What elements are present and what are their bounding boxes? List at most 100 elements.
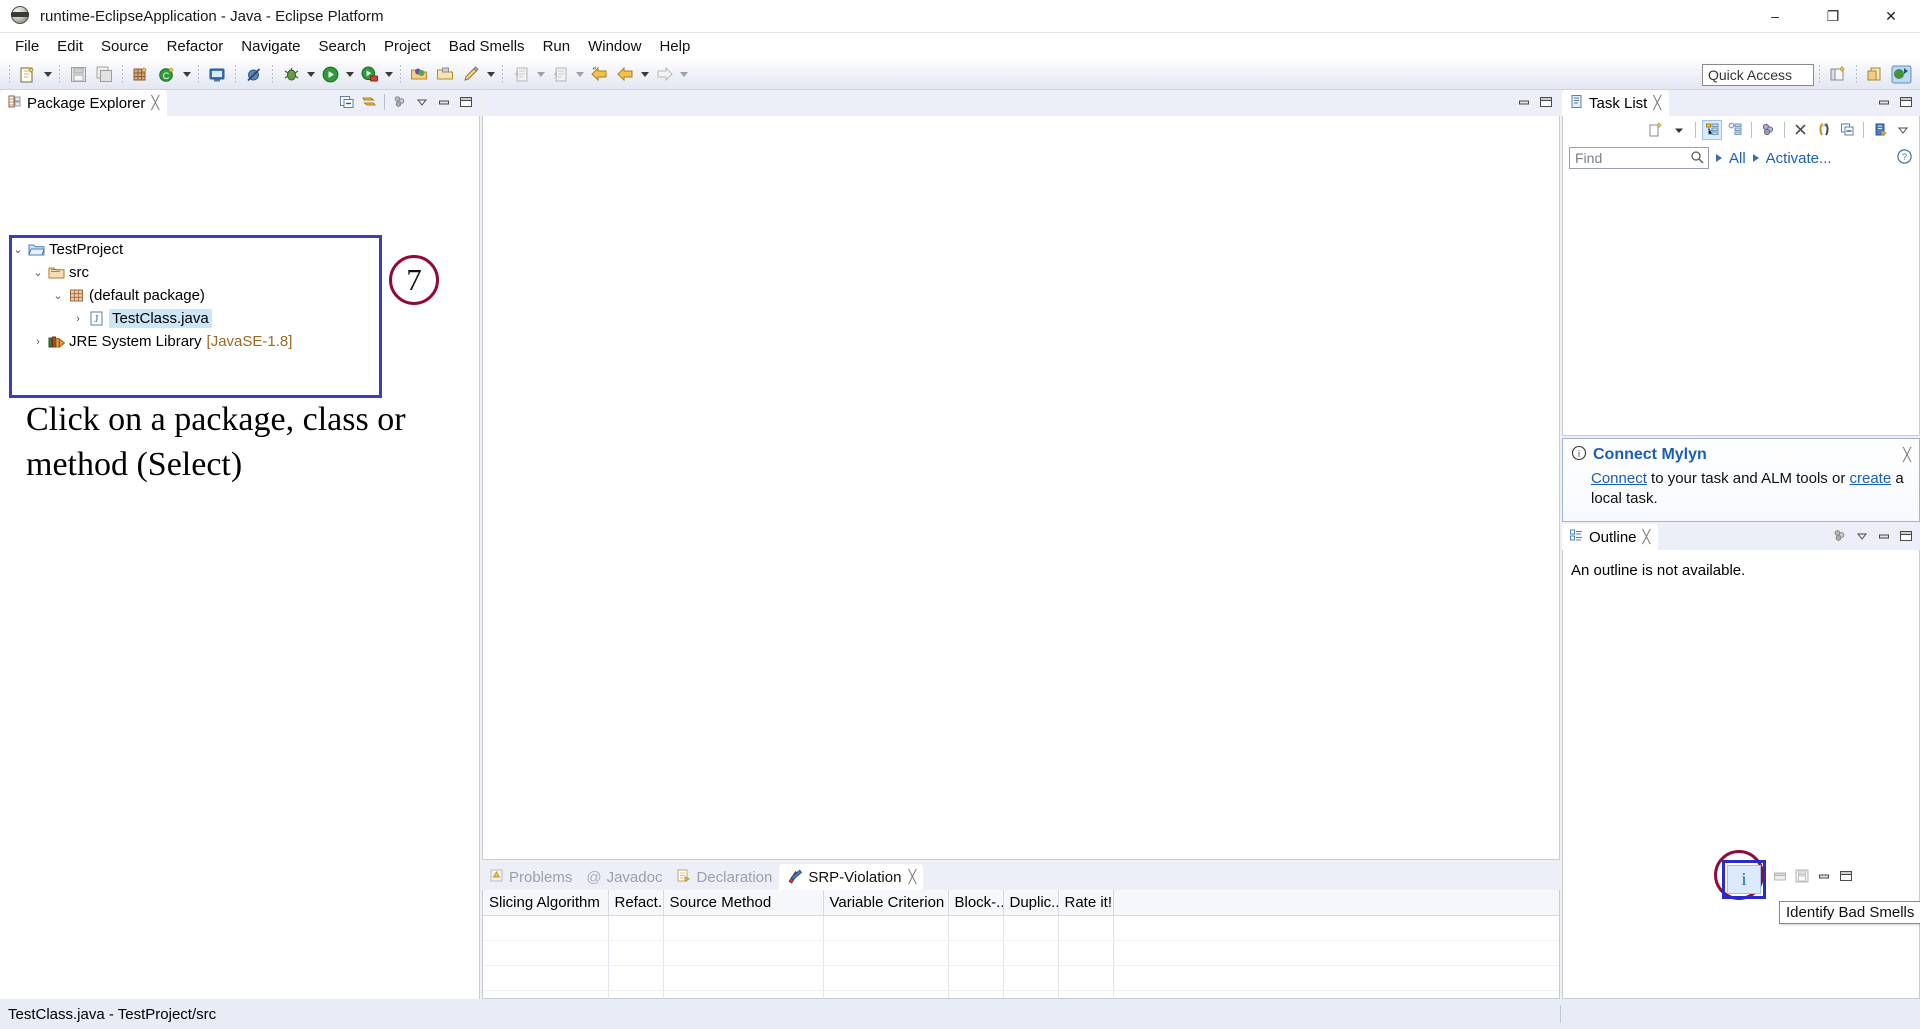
menu-file[interactable]: File (6, 35, 48, 58)
help-icon[interactable]: ? (1896, 148, 1913, 169)
chevron-down-icon[interactable]: ⌄ (50, 289, 66, 302)
maximize-icon[interactable] (1896, 92, 1916, 112)
column-header-duplicated[interactable]: Duplic... (1003, 890, 1059, 916)
close-icon[interactable]: ╳ (1653, 95, 1661, 111)
tree-row-testproject[interactable]: ⌄ TestProject (10, 238, 380, 261)
table-row[interactable] (483, 915, 1559, 941)
editor-canvas[interactable] (482, 116, 1560, 860)
quick-access-input[interactable]: Quick Access (1702, 63, 1814, 86)
close-button[interactable]: ✕ (1862, 0, 1920, 33)
open-perspective-icon[interactable] (1826, 63, 1850, 87)
maximize-icon[interactable] (456, 92, 476, 112)
mylyn-connect-link[interactable]: Connect (1591, 470, 1647, 487)
export-icon[interactable] (1770, 866, 1790, 886)
view-menu-chevron-down-icon[interactable] (1852, 526, 1872, 546)
activate-arrow-icon[interactable] (1752, 154, 1759, 162)
scheduled-presentation-icon[interactable] (1725, 120, 1745, 140)
chevron-down-icon[interactable]: ⌄ (10, 243, 26, 256)
close-icon[interactable]: ╳ (151, 95, 159, 111)
back-icon[interactable] (613, 63, 637, 87)
coverage-icon[interactable] (357, 63, 381, 87)
search-input[interactable]: Find (1569, 147, 1709, 169)
close-icon[interactable]: ╳ (1903, 447, 1911, 463)
open-type-icon[interactable] (407, 63, 431, 87)
menu-project[interactable]: Project (375, 35, 440, 58)
maximize-icon[interactable] (1836, 866, 1856, 886)
menu-source[interactable]: Source (92, 35, 158, 58)
forward-dropdown-arrow[interactable] (677, 63, 690, 87)
new-task-icon[interactable] (1646, 120, 1666, 140)
restore-tasks-icon[interactable] (1870, 120, 1890, 140)
close-icon[interactable]: ╳ (1643, 529, 1651, 545)
save-all-icon[interactable] (92, 63, 116, 87)
previous-annotation-icon[interactable] (509, 63, 533, 87)
tree-row-testclass-java[interactable]: › J TestClass.java (10, 307, 380, 330)
view-menu-chevron-down-icon[interactable] (412, 92, 432, 112)
minimize-icon[interactable] (1874, 92, 1894, 112)
categorized-presentation-icon[interactable] (1702, 119, 1722, 140)
view-menu-chevron-down-icon[interactable] (1893, 120, 1913, 140)
run-icon[interactable] (318, 63, 342, 87)
maximize-button[interactable]: ❐ (1804, 0, 1862, 33)
focus-on-workweek-icon[interactable] (1758, 120, 1778, 140)
menu-navigate[interactable]: Navigate (232, 35, 309, 58)
collapse-all-icon[interactable] (337, 92, 357, 112)
tab-package-explorer[interactable]: Package Explorer ╳ (0, 90, 168, 116)
minimize-icon[interactable] (1514, 92, 1534, 112)
activate-link[interactable]: Activate... (1766, 150, 1832, 167)
next-annotation-dropdown-arrow[interactable] (573, 63, 586, 87)
annotation-icon[interactable] (459, 63, 483, 87)
view-menu-icon[interactable] (390, 92, 410, 112)
filter-all-link[interactable]: All (1729, 150, 1746, 167)
synchronize-changed-icon[interactable] (1814, 120, 1834, 140)
open-task-icon[interactable] (433, 63, 457, 87)
tab-task-list[interactable]: Task List ╳ (1562, 90, 1670, 116)
collapse-all-icon[interactable] (1837, 120, 1857, 140)
column-header-variable-criterion[interactable]: Variable Criterion (823, 890, 949, 916)
minimize-icon[interactable] (1814, 866, 1834, 886)
new-java-package-icon[interactable] (129, 63, 153, 87)
chevron-right-icon[interactable]: › (30, 336, 46, 348)
save-icon[interactable] (1792, 866, 1812, 886)
identify-bad-smells-button[interactable]: i (1727, 865, 1761, 894)
menu-bad-smells[interactable]: Bad Smells (440, 35, 534, 58)
debug-dropdown-arrow[interactable] (304, 63, 317, 87)
last-edit-location-icon[interactable] (587, 63, 611, 87)
coverage-dropdown-arrow[interactable] (382, 63, 395, 87)
skip-breakpoints-icon[interactable] (242, 63, 266, 87)
close-icon[interactable]: ╳ (908, 869, 916, 885)
tree-row-default-package[interactable]: ⌄ (default package) (10, 284, 380, 307)
debug-icon[interactable] (279, 63, 303, 87)
tab-srp-violation[interactable]: SRP-Violation ╳ (779, 864, 924, 890)
filter-all-arrow-icon[interactable] (1716, 154, 1722, 162)
maximize-icon[interactable] (1896, 526, 1916, 546)
new-java-class-icon[interactable]: C (155, 63, 179, 87)
srp-violation-table-container[interactable]: Slicing Algorithm Refact... Source Metho… (482, 890, 1560, 999)
new-task-dropdown-arrow[interactable] (1669, 120, 1689, 140)
table-row[interactable] (483, 940, 1559, 966)
minimize-icon[interactable] (434, 92, 454, 112)
save-icon[interactable] (66, 63, 90, 87)
column-header-block-based[interactable]: Block-... (948, 890, 1004, 916)
tab-outline[interactable]: Outline ╳ (1562, 524, 1659, 550)
search-icon[interactable] (1690, 150, 1705, 169)
back-dropdown-arrow[interactable] (638, 63, 651, 87)
new-wizard-dropdown-arrow[interactable] (41, 63, 54, 87)
column-header-rate-it[interactable]: Rate it! (1058, 890, 1114, 916)
tab-declaration[interactable]: Declaration (669, 864, 779, 890)
next-annotation-icon[interactable] (548, 63, 572, 87)
java-browsing-perspective-icon[interactable] (1863, 63, 1887, 87)
menu-run[interactable]: Run (534, 35, 580, 58)
column-header-slicing-algorithm[interactable]: Slicing Algorithm (483, 890, 609, 916)
tree-row-src[interactable]: ⌄ src (10, 261, 380, 284)
tab-javadoc[interactable]: @ Javadoc (579, 864, 669, 890)
new-wizard-icon[interactable] (16, 63, 40, 87)
forward-icon[interactable] (652, 63, 676, 87)
menu-window[interactable]: Window (579, 35, 650, 58)
column-header-source-method[interactable]: Source Method (663, 890, 824, 916)
chevron-right-icon[interactable]: › (70, 313, 86, 325)
menu-search[interactable]: Search (309, 35, 375, 58)
project-tree[interactable]: ⌄ TestProject ⌄ src ⌄ (default package) … (10, 238, 380, 353)
focus-icon[interactable] (1830, 526, 1850, 546)
maximize-icon[interactable] (1536, 92, 1556, 112)
